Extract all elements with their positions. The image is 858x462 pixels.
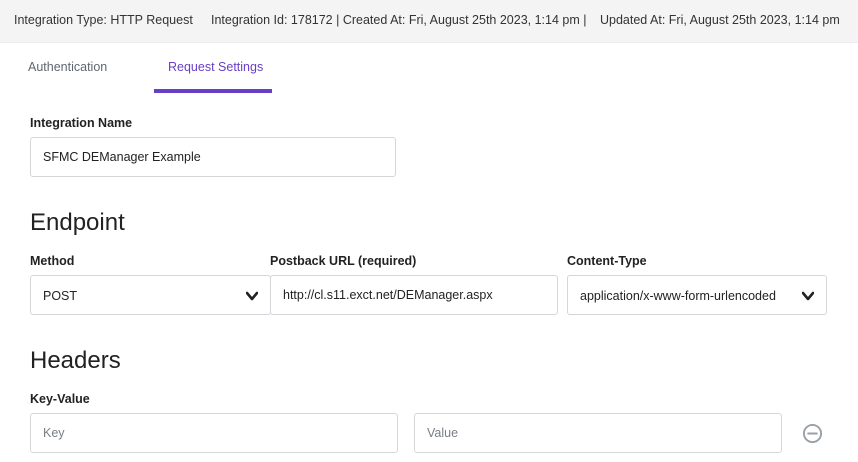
content-type-selected-value: application/x-www-form-urlencoded (580, 289, 776, 303)
integration-name-input[interactable] (30, 137, 396, 177)
postback-url-input[interactable] (270, 275, 558, 315)
integration-name-label: Integration Name (30, 116, 133, 130)
integration-type: Integration Type: HTTP Request (14, 13, 193, 27)
active-tab-indicator (154, 89, 272, 93)
postback-url-label: Postback URL (required) (270, 254, 417, 268)
content-type-label: Content-Type (567, 254, 647, 268)
method-selected-value: POST (43, 289, 78, 303)
integration-id-created: Integration Id: 178172 | Created At: Fri… (211, 13, 587, 27)
method-select[interactable]: POST (30, 275, 271, 315)
tab-authentication[interactable]: Authentication (28, 60, 107, 74)
tab-request-settings[interactable]: Request Settings (168, 60, 263, 74)
integration-info-bar: Integration Type: HTTP Request Integrati… (0, 0, 858, 43)
header-value-input[interactable] (414, 413, 782, 453)
updated-at: Updated At: Fri, August 25th 2023, 1:14 … (600, 13, 840, 27)
method-label: Method (30, 254, 75, 268)
endpoint-heading: Endpoint (30, 209, 125, 236)
header-key-input[interactable] (30, 413, 398, 453)
content-type-select[interactable]: application/x-www-form-urlencoded (567, 275, 827, 315)
chevron-down-icon (246, 291, 258, 301)
minus-circle-icon[interactable] (802, 423, 823, 444)
key-value-label: Key-Value (30, 392, 90, 406)
headers-heading: Headers (30, 347, 121, 374)
chevron-down-icon (802, 291, 814, 301)
